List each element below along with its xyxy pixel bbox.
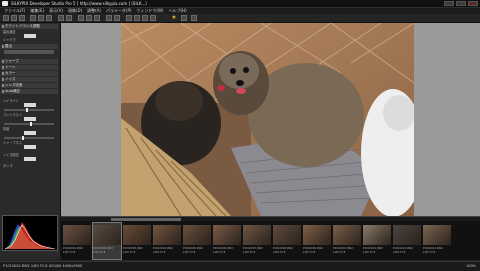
- thumbnail[interactable]: P1010012.RW2 1/60 F2.8: [393, 223, 421, 259]
- contrast-slider[interactable]: [4, 123, 54, 125]
- zoom-in-icon[interactable]: [78, 15, 84, 21]
- rotate-right-icon[interactable]: [66, 15, 72, 21]
- histogram-graph: [4, 222, 56, 250]
- contrast-field[interactable]: [24, 117, 36, 121]
- histogram: [2, 215, 58, 251]
- thumbnail-image: [243, 225, 271, 245]
- thumbnail[interactable]: P1010004.RW2 1/60 F2.8: [153, 223, 181, 259]
- thumbnail[interactable]: P1010013.RW2 1/60 F2.8: [423, 223, 451, 259]
- filmstrip: P1010001.RW2 1/60 F2.8 P1010002.RW2 1/60…: [61, 221, 480, 260]
- section-lens[interactable]: レンズ収差: [1, 83, 58, 88]
- window-controls: [444, 1, 478, 6]
- fit-icon[interactable]: [94, 15, 100, 21]
- thumbnail[interactable]: P1010005.RW2 1/60 F2.8: [183, 223, 211, 259]
- histogram-icon[interactable]: [142, 15, 148, 21]
- row-gamma: ガンマ: [3, 164, 13, 168]
- thumbnail-image: [363, 225, 391, 245]
- crop-icon[interactable]: [106, 15, 112, 21]
- thumbnail-image: [393, 225, 421, 245]
- spot-icon[interactable]: [114, 15, 120, 21]
- thumbnail-image: [153, 225, 181, 245]
- section-exposure[interactable]: 露出: [1, 44, 58, 49]
- section-white-balance[interactable]: ホワイトバランス調整: [1, 24, 58, 29]
- title-bar: SILKYPIX Developer Studio Pro 5 [ http:/…: [0, 0, 480, 8]
- save-icon[interactable]: [11, 15, 17, 21]
- section-noise[interactable]: ノイズ: [1, 77, 58, 82]
- preview-photo[interactable]: [121, 23, 414, 216]
- app-icon: [2, 1, 8, 6]
- thumbnail-image: [183, 225, 211, 245]
- thumbnail-image: [93, 225, 121, 245]
- delete-icon[interactable]: [191, 15, 197, 21]
- section-tone[interactable]: トーン: [1, 65, 58, 70]
- preview-view-icon[interactable]: [38, 15, 44, 21]
- thumbnail-image: [303, 225, 331, 245]
- thumbnail[interactable]: P1010010.RW2 1/60 F2.8: [333, 223, 361, 259]
- thumbnail-view-icon[interactable]: [30, 15, 36, 21]
- star-icon[interactable]: ★: [171, 15, 177, 21]
- rotate-left-icon[interactable]: [58, 15, 64, 21]
- thumbnail[interactable]: P1010007.RW2 1/60 F2.8: [243, 223, 271, 259]
- maximize-button[interactable]: [456, 1, 466, 6]
- contrast-slider-knob[interactable]: [30, 122, 32, 126]
- close-button[interactable]: [468, 1, 478, 6]
- saturation-slider-knob[interactable]: [22, 136, 24, 140]
- toolbar: ★: [0, 14, 480, 23]
- minimize-button[interactable]: [444, 1, 454, 6]
- grid-icon[interactable]: [126, 15, 132, 21]
- rating-clear-icon[interactable]: [181, 15, 187, 21]
- develop-icon[interactable]: [19, 15, 25, 21]
- section-sharpness[interactable]: シャープ: [1, 59, 58, 64]
- sharpness-field[interactable]: [24, 145, 36, 149]
- thumbnail[interactable]: P1010003.RW2 1/60 F2.8: [123, 223, 151, 259]
- mark-icon[interactable]: [150, 15, 156, 21]
- window-title: SILKYPIX Developer Studio Pro 5 [ http:/…: [11, 1, 147, 6]
- highlight-field[interactable]: [24, 103, 36, 107]
- thumbnail[interactable]: P1010006.RW2 1/60 F2.8: [213, 223, 241, 259]
- thumbnail[interactable]: P1010011.RW2 1/60 F2.8: [363, 223, 391, 259]
- preset-dropdown[interactable]: [4, 50, 54, 54]
- dog-photo: [121, 23, 414, 216]
- thumbnail-image: [123, 225, 151, 245]
- thumbnail-image: [333, 225, 361, 245]
- thumbnail-image: [423, 225, 451, 245]
- noise-field[interactable]: [24, 157, 36, 161]
- row-shadow: シャドウ: [3, 38, 16, 42]
- thumbnail-image: [63, 225, 91, 245]
- thumbnail[interactable]: P1010001.RW2 1/60 F2.8: [63, 223, 91, 259]
- zoom-out-icon[interactable]: [86, 15, 92, 21]
- compare-view-icon[interactable]: [46, 15, 52, 21]
- highlight-slider-knob[interactable]: [26, 108, 28, 112]
- thumbnail-image: [213, 225, 241, 245]
- section-color[interactable]: カラー: [1, 71, 58, 76]
- thumbnail[interactable]: P1010009.RW2 1/60 F2.8: [303, 223, 331, 259]
- open-folder-icon[interactable]: [3, 15, 9, 21]
- saturation-field[interactable]: [24, 131, 36, 135]
- thumbnail-image: [273, 225, 301, 245]
- thumbnail-selected[interactable]: P1010002.RW2 1/60 F2.8: [92, 222, 122, 260]
- saturation-slider[interactable]: [4, 137, 54, 139]
- thumbnail[interactable]: P1010008.RW2 1/60 F2.8: [273, 223, 301, 259]
- section-auto[interactable]: Auto補正: [1, 89, 58, 94]
- highlight-slider[interactable]: [4, 109, 54, 111]
- info-icon[interactable]: [134, 15, 140, 21]
